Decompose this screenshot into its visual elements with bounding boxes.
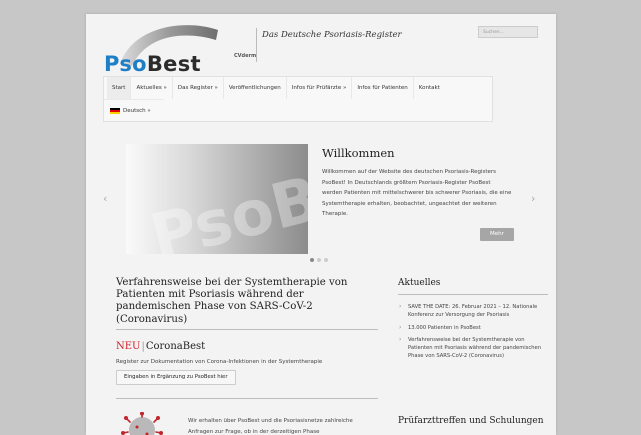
nav-item-pruefaerzte[interactable]: Infos für Prüfärzte » (287, 77, 353, 99)
coronabest-title: CoronaBest (145, 341, 206, 352)
slider-next-arrow-icon[interactable]: › (531, 192, 535, 205)
news-item[interactable]: SAVE THE DATE: 26. Februar 2021 – 12. Na… (398, 303, 548, 320)
nav-item-aktuelles[interactable]: Aktuelles » (131, 77, 173, 99)
main-navigation: Start Aktuelles » Das Register » Veröffe… (103, 76, 493, 122)
page: PsoBest CVderm Das Deutsche Psoriasis-Re… (86, 14, 556, 435)
search-input[interactable]: Suchen... (478, 26, 538, 38)
coronavirus-text: Wir erhalten über PsoBest und die Psoria… (188, 418, 353, 435)
news-heading-divider (398, 294, 548, 295)
neu-label: NEU (116, 341, 141, 352)
german-flag-icon (110, 107, 120, 114)
nav-item-veroeffentlichungen[interactable]: Veröffentlichungen (224, 77, 287, 99)
coronabest-register-button[interactable]: Eingaben in Ergänzung zu PsoBest hier (116, 370, 236, 385)
language-selector[interactable]: Deutsch » (104, 99, 164, 121)
site-logo[interactable]: PsoBest (104, 52, 201, 76)
logo-best: Best (146, 52, 201, 76)
nav-item-start[interactable]: Start (107, 77, 132, 99)
nav-item-register[interactable]: Das Register » (173, 77, 224, 99)
site-tagline: Das Deutsche Psoriasis-Register (262, 30, 402, 40)
logo-subtitle: CVderm (234, 53, 257, 59)
article-title[interactable]: Verfahrensweise bei der Systemtherapie v… (116, 277, 378, 326)
coronabest-heading: NEU|CoronaBest (116, 341, 205, 352)
news-item[interactable]: 13.000 Patienten in PsoBest (398, 324, 548, 333)
slider-dot-2[interactable] (317, 258, 321, 262)
logo-pso: Pso (104, 52, 147, 76)
news-item[interactable]: Verfahrensweise bei der Systemtherapie v… (398, 336, 548, 361)
more-button[interactable]: Mehr (480, 228, 514, 241)
slider-dot-3[interactable] (324, 258, 328, 262)
slide-image-watermark: PsoBest (143, 144, 308, 254)
language-label: Deutsch » (123, 107, 151, 114)
header-divider (256, 28, 257, 62)
coronabest-description: Register zur Dokumentation von Corona-In… (116, 359, 323, 365)
hero-slider: ‹ PsoBest Willkommen Willkommen auf der … (86, 130, 556, 268)
news-list: SAVE THE DATE: 26. Februar 2021 – 12. Na… (398, 303, 548, 365)
news-heading: Aktuelles (398, 278, 441, 288)
neu-separator: | (141, 341, 145, 352)
slide-title: Willkommen (322, 146, 395, 160)
nav-item-kontakt[interactable]: Kontakt (414, 77, 445, 99)
slider-dot-1[interactable] (310, 258, 314, 262)
slide-image: PsoBest (126, 144, 308, 254)
section-divider (116, 398, 378, 399)
nav-item-patienten[interactable]: Infos für Patienten (352, 77, 414, 99)
coronavirus-image (121, 412, 163, 435)
article-divider (116, 329, 378, 330)
training-heading: Prüfarzttreffen und Schulungen (398, 416, 544, 426)
nav-row: Start Aktuelles » Das Register » Veröffe… (104, 77, 492, 99)
slide-text: Willkommen auf der Website des deutschen… (322, 169, 512, 218)
slider-prev-arrow-icon[interactable]: ‹ (103, 192, 107, 205)
slider-dots (310, 258, 328, 262)
